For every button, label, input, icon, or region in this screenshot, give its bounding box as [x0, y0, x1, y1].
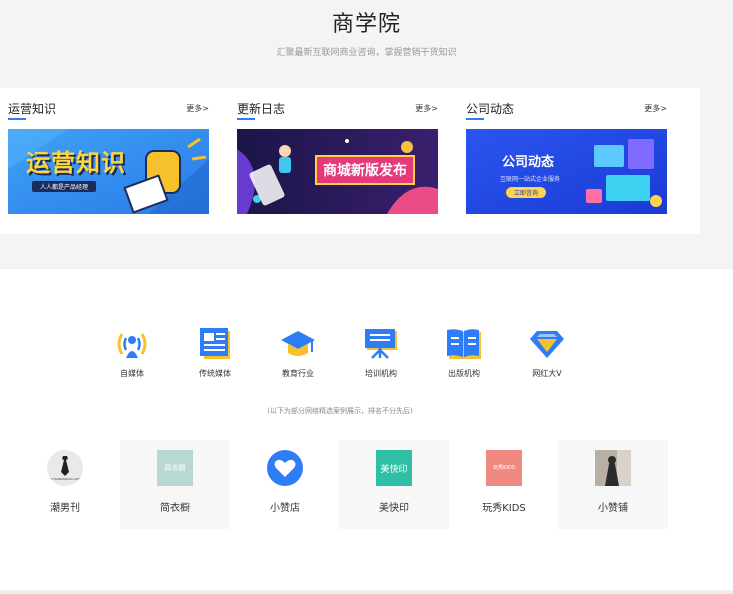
page-title: 商学院	[331, 12, 401, 37]
open-book-icon	[447, 329, 481, 359]
banner-headline: 运营知识	[26, 149, 126, 177]
more-link[interactable]: 更多>	[186, 103, 209, 114]
broadcast-icon	[117, 333, 147, 358]
category-label: 培训机构	[365, 369, 397, 378]
banner-subline: 互联网一站式企业服务	[500, 176, 561, 183]
case-card[interactable]: 美快印 美快印	[339, 440, 449, 529]
category-label: 传统媒体	[199, 369, 231, 378]
case-name: 玩秀KIDS	[482, 503, 526, 514]
news-column-title: 公司动态	[466, 102, 515, 116]
case-logo	[267, 450, 303, 486]
banner-subline: 人人都是产品经理	[32, 181, 97, 192]
page-subtitle: 汇聚最新互联网商业咨询，掌握营销干货知识	[276, 48, 457, 58]
news-banner-changelog[interactable]: 商城新版发布	[237, 129, 438, 214]
case-logo-text: 简衣橱	[164, 464, 186, 472]
graduation-cap-icon	[281, 331, 315, 356]
category-label: 自媒体	[120, 369, 144, 378]
category-education[interactable]: 教育行业	[268, 328, 328, 379]
category-label: 出版机构	[448, 369, 480, 378]
category-self-media[interactable]: 自媒体	[102, 328, 162, 379]
title-underline	[466, 118, 484, 120]
case-logo-text: 美快印	[380, 465, 408, 475]
diamond-icon	[530, 331, 564, 358]
news-column-operations: 运营知识 更多> 运营知识 人人都是产品经理	[8, 88, 209, 214]
case-name: 潮男刊	[50, 503, 80, 514]
heart-icon	[274, 459, 296, 477]
case-card[interactable]: 小赞店	[230, 440, 340, 529]
more-link[interactable]: 更多>	[644, 103, 667, 114]
case-logo: 美快印	[376, 450, 412, 486]
news-column-company: 公司动态 更多> 公司动态 互联网一站式企业服务 立即咨询	[466, 88, 667, 214]
news-column-title: 运营知识	[8, 102, 57, 116]
banner-headline: 商城新版发布	[315, 155, 415, 185]
news-column-title: 更新日志	[237, 102, 286, 116]
case-name: 美快印	[379, 503, 409, 514]
title-underline	[8, 118, 26, 120]
case-card[interactable]: 小赞铺	[558, 440, 668, 529]
category-label: 网红大V	[532, 369, 562, 378]
category-training[interactable]: 培训机构	[351, 328, 411, 379]
more-link[interactable]: 更多>	[415, 103, 438, 114]
news-column-changelog: 更新日志 更多> 商城新版发布	[237, 88, 438, 214]
case-card[interactable]: 玩秀KIDS 玩秀KIDS	[449, 440, 559, 529]
footer-divider	[0, 590, 733, 594]
case-logo: CHAONANKAN.COM	[47, 450, 83, 486]
title-underline	[237, 118, 255, 120]
cases-note: (以下为部分网络精选案例展示，排名不分先后)	[267, 407, 413, 415]
news-banner-company[interactable]: 公司动态 互联网一站式企业服务 立即咨询	[466, 129, 667, 214]
category-publishing[interactable]: 出版机构	[434, 328, 494, 379]
case-logo: 玩秀KIDS	[486, 450, 522, 486]
case-logo	[595, 450, 631, 486]
case-name: 小赞店	[270, 503, 300, 514]
category-influencer[interactable]: 网红大V	[517, 328, 577, 379]
news-banner-operations[interactable]: 运营知识 人人都是产品经理	[8, 129, 209, 214]
case-name: 简衣橱	[160, 503, 190, 514]
newspaper-icon	[200, 328, 230, 359]
news-section: 运营知识 更多> 运营知识 人人都是产品经理 更新日志 更多> 商城新版发布 公…	[0, 88, 700, 234]
industries-section	[0, 269, 733, 590]
case-logo: 简衣橱	[157, 450, 193, 486]
case-logo-text: CHAONANKAN.COM	[50, 477, 80, 481]
case-logo-text: 玩秀KIDS	[493, 465, 515, 471]
case-name: 小赞铺	[598, 503, 628, 514]
case-card[interactable]: CHAONANKAN.COM 潮男刊	[10, 440, 120, 529]
case-card[interactable]: 简衣橱 简衣橱	[120, 440, 230, 529]
presentation-board-icon	[365, 329, 397, 359]
category-traditional-media[interactable]: 传统媒体	[185, 328, 245, 379]
category-label: 教育行业	[282, 369, 314, 378]
photo-thumbnail	[595, 450, 631, 486]
banner-cta-button[interactable]: 立即咨询	[506, 187, 547, 198]
banner-headline: 公司动态	[502, 155, 555, 170]
